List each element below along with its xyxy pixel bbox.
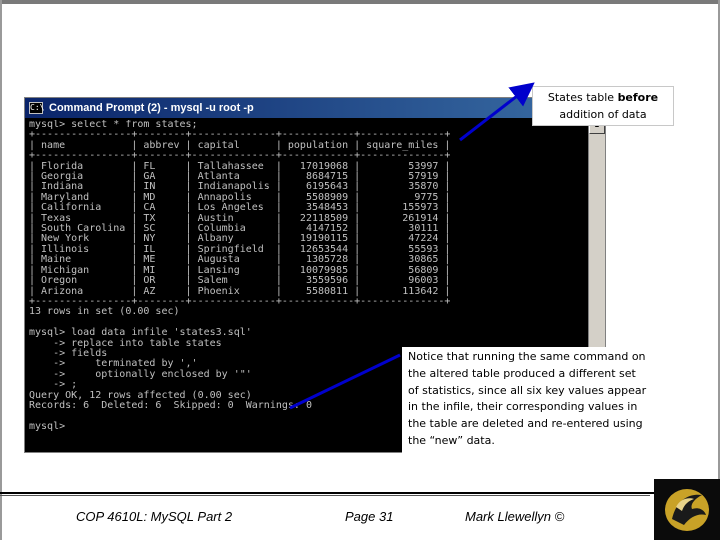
window-titlebar[interactable]: C:\ Command Prompt (2) - mysql -u root -… bbox=[25, 98, 605, 118]
callout-before-line1: States table before bbox=[533, 89, 673, 106]
callout-notice-line: the table are deleted and re-entered usi… bbox=[408, 417, 643, 431]
console-line: | Oregon | OR | Salem | 3559596 | 96003 … bbox=[29, 275, 451, 287]
callout-before-line2: addition of data bbox=[559, 108, 647, 121]
slide-left-border bbox=[0, 0, 2, 540]
callout-before: States table before addition of data bbox=[532, 86, 674, 126]
footer-divider-thin bbox=[0, 495, 650, 496]
ucf-pegasus-logo bbox=[654, 479, 720, 540]
console-line: 13 rows in set (0.00 sec) bbox=[29, 306, 180, 318]
footer-course: COP 4610L: MySQL Part 2 bbox=[76, 509, 233, 524]
console-line: mysql> load data infile 'states3.sql' bbox=[29, 327, 252, 339]
callout-notice: Notice that running the same command on … bbox=[402, 347, 664, 453]
footer-author: Mark Llewellyn © bbox=[465, 509, 565, 524]
command-prompt-icon: C:\ bbox=[29, 102, 45, 114]
callout-before-text: States table bbox=[547, 91, 618, 104]
callout-notice-line: the “new” data. bbox=[408, 433, 495, 447]
callout-before-bold: before bbox=[617, 91, 659, 104]
footer-divider bbox=[0, 492, 720, 494]
callout-notice-line: of statistics, since all six key values … bbox=[408, 383, 647, 397]
footer-page-number: Page 31 bbox=[345, 509, 394, 524]
slide-top-border bbox=[0, 0, 720, 4]
callout-notice-line: the altered table produced a different s… bbox=[408, 366, 636, 380]
callout-notice-line: Notice that running the same command on bbox=[408, 350, 646, 363]
window-title: Command Prompt (2) - mysql -u root -p bbox=[49, 102, 254, 114]
callout-notice-line: in the infile, their corresponding value… bbox=[408, 400, 638, 414]
